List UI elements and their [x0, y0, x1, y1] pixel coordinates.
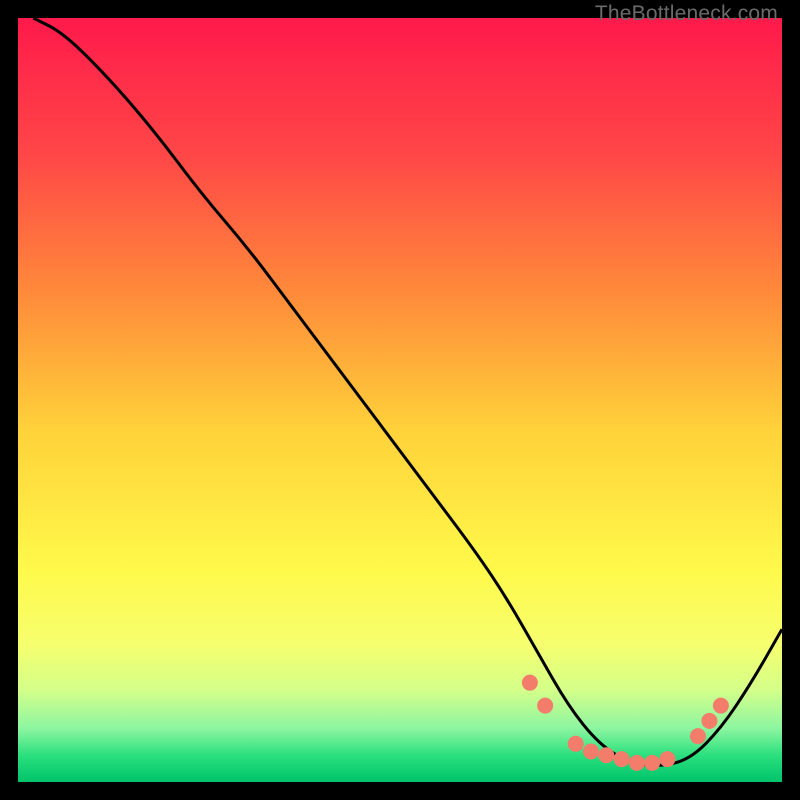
marker-dot: [614, 751, 630, 767]
marker-dot: [522, 675, 538, 691]
marker-dot: [568, 736, 584, 752]
marker-dot: [583, 743, 599, 759]
marker-dot: [690, 728, 706, 744]
marker-dot: [598, 747, 614, 763]
marker-dot: [629, 755, 645, 771]
chart-frame: [18, 18, 782, 782]
watermark-text: TheBottleneck.com: [595, 2, 778, 26]
marker-dot: [701, 713, 717, 729]
bottleneck-chart: [18, 18, 782, 782]
gradient-background: [18, 18, 782, 782]
marker-dot: [644, 755, 660, 771]
marker-dot: [537, 698, 553, 714]
marker-dot: [713, 698, 729, 714]
marker-dot: [659, 751, 675, 767]
